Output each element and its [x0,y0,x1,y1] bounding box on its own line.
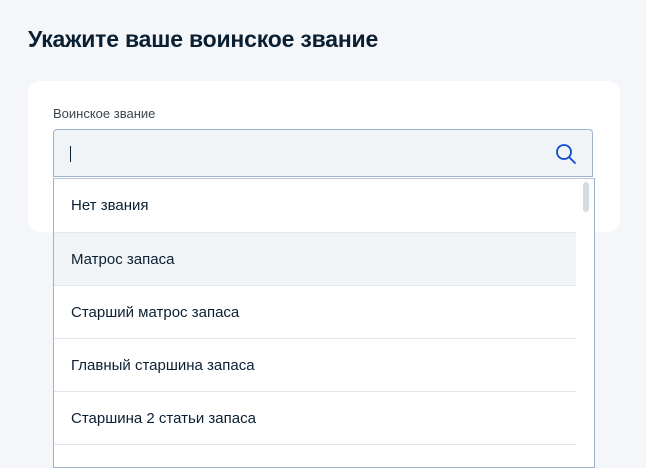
option-reserve-sailor[interactable]: Матрос запаса [54,233,576,285]
option-label: Главный старшина запаса [71,356,255,374]
dropdown-scrollbar[interactable] [580,179,594,467]
search-icon[interactable] [554,142,578,166]
option-senior-reserve-sailor[interactable]: Старший матрос запаса [54,286,576,338]
option-label: Матрос запаса [71,250,175,268]
option-petty-officer-2nd-class-reserve[interactable]: Старшина 2 статьи запаса [54,392,576,444]
option-label: Нет звания [71,196,149,214]
military-rank-dropdown[interactable]: Нет звания Матрос запаса Старший матрос … [53,178,595,468]
military-rank-label: Воинское звание [53,106,156,121]
military-rank-search-input[interactable] [53,129,593,177]
option-divider [54,444,576,445]
text-cursor [70,146,71,162]
scrollbar-thumb[interactable] [583,182,589,212]
option-no-rank[interactable]: Нет звания [54,179,576,231]
option-label: Старший матрос запаса [71,303,240,321]
option-chief-petty-officer-reserve[interactable]: Главный старшина запаса [54,339,576,391]
option-label: Старшина 2 статьи запаса [71,409,256,427]
page-title: Укажите ваше воинское звание [28,26,379,52]
